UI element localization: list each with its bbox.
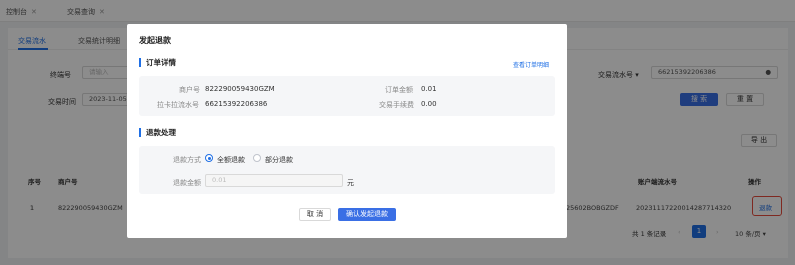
refund-partial-label[interactable]: 部分退款 xyxy=(265,155,293,165)
refund-partial-radio[interactable] xyxy=(253,154,261,162)
order-details-box: 商户号 822290059430GZM 订单金额 0.01 拉卡拉流水号 662… xyxy=(139,76,555,116)
refund-full-label[interactable]: 全额退款 xyxy=(217,155,245,165)
refund-modal: 发起退款 订单详情 查看订单明细 商户号 822290059430GZM 订单金… xyxy=(127,24,567,238)
serial-value: 66215392206386 xyxy=(205,100,268,108)
amount-value: 0.01 xyxy=(421,85,437,93)
confirm-refund-button[interactable]: 确认发起退款 xyxy=(338,208,396,221)
refund-method-label: 退款方式 xyxy=(173,156,201,164)
fee-value: 0.00 xyxy=(421,100,437,108)
refund-section-title: 退款处理 xyxy=(139,128,176,137)
merchant-value: 822290059430GZM xyxy=(205,85,275,93)
modal-title: 发起退款 xyxy=(139,36,171,45)
order-section-title: 订单详情 xyxy=(139,58,176,67)
view-order-detail-link[interactable]: 查看订单明细 xyxy=(513,60,549,69)
fee-label: 交易手续费 xyxy=(379,101,414,109)
currency-unit: 元 xyxy=(347,179,354,187)
refund-full-radio[interactable] xyxy=(205,154,213,162)
merchant-label: 商户号 xyxy=(179,86,200,94)
cancel-button[interactable]: 取 消 xyxy=(299,208,331,221)
amount-label: 订单金额 xyxy=(385,86,413,94)
serial-label: 拉卡拉流水号 xyxy=(157,101,199,109)
refund-amount-input[interactable]: 0.01 xyxy=(205,174,343,187)
refund-process-box: 退款方式 全额退款 部分退款 退款金额 0.01 元 xyxy=(139,146,555,194)
refund-amount-label: 退款金额 xyxy=(173,179,201,187)
